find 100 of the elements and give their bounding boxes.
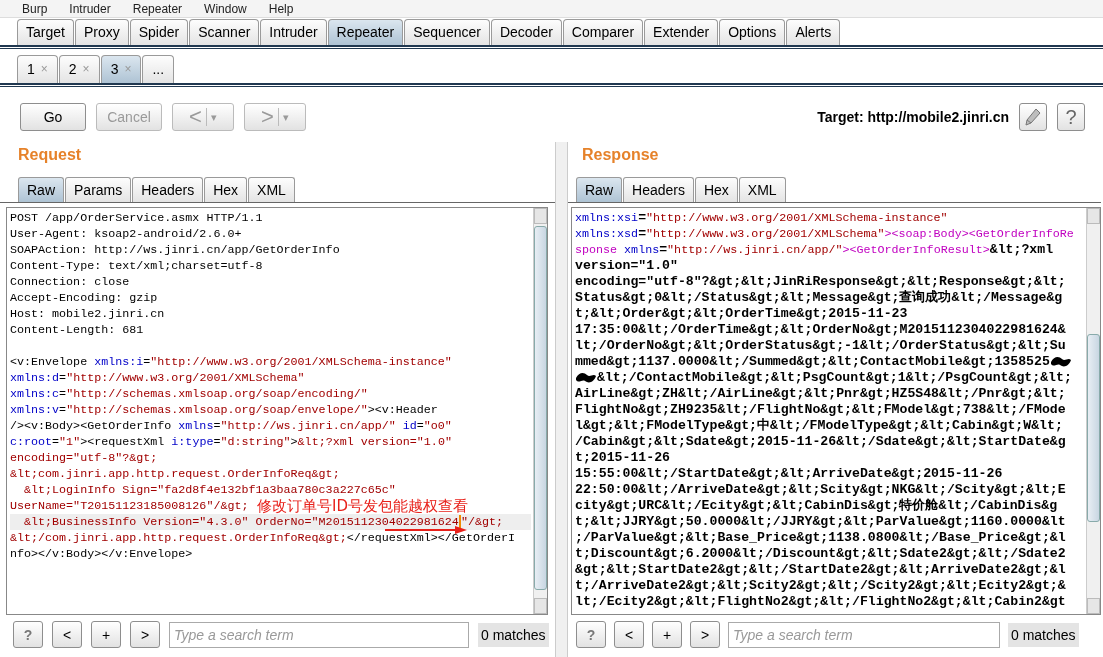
tool-tab[interactable]: Extender [644,19,719,45]
code-line: xmlns:d="http://www.w3.org/2001/XMLSchema" [10,370,305,386]
help-button[interactable]: ? [1057,103,1085,131]
annotation-text: 修改订单号ID号发包能越权查看 [257,498,468,514]
tool-tab[interactable]: Scanner [189,19,260,45]
search-field[interactable]: Type a search term [728,621,1000,648]
message-editor[interactable] [6,207,548,615]
request-tab[interactable]: 1 × [17,55,58,83]
code-line: User-Agent: ksoap2-android/2.6.0+ [10,226,242,242]
view-tab[interactable]: Raw [576,177,622,202]
next-button[interactable]: > [130,621,160,648]
menu-item[interactable]: Window [204,1,247,16]
view-tab[interactable]: XML [248,177,295,202]
view-tab[interactable]: Hex [204,177,248,202]
code-line: /Cabin&gt;&lt;Sdate&gt;2015-11-26&lt;/Sdate&gt;&lt;StartDate&g [575,434,1066,450]
scrollbar[interactable] [533,208,547,614]
tool-tab[interactable]: Alerts [786,19,841,45]
add-button[interactable]: + [652,621,682,648]
code-line: t;/ArriveDate2&gt;&lt;Scity2&gt;&lt;/Scity2&gt;&lt;Ecity2&gt;& [575,578,1066,594]
menu-item[interactable]: Help [268,1,294,16]
search-field[interactable]: Type a search term [169,621,469,648]
tool-tab[interactable]: Proxy [74,19,129,45]
tool-tab[interactable]: Options [719,19,786,45]
code-line: 15:55:00&lt;/StartDate&gt;&lt;ArriveDate&gt;2015-11-26 [575,466,1003,482]
code-line: lt;/Ecity2&gt;&lt;FlightNo2&gt;&lt;/FlightNo2&gt;&lt;Cabin2&gt [575,594,1066,610]
add-button[interactable]: + [91,621,121,648]
code-line: sponse xmlns="http://ws.jinri.cn/app/"><GetOrderInfoResult>&lt;?xml [575,242,1054,258]
view-tab[interactable]: Headers [132,177,204,202]
tool-tab[interactable]: Sequencer [404,19,490,45]
pane-title: Response [581,146,660,165]
code-line: &lt;/ContactMobile&gt;&lt;PsgCount&gt;1&lt;/PsgCount&gt;&lt; [597,370,1072,386]
match-count: 0 matches [478,622,549,647]
code-line: Status&gt;0&lt;/Status&gt;&lt;Message&gt;查询成功&lt;/Message&g [575,290,1063,306]
edit-target-button[interactable] [1019,103,1047,131]
request-tab[interactable]: 2 × [58,55,100,83]
pane-title: Request [17,146,83,165]
code-line: ;/ParValue&gt;&lt;Base_Price&gt;1138.0800&lt;/Base_Price&gt;&l [575,530,1066,546]
code-line: "/&gt; [460,514,503,530]
menu-item[interactable]: Repeater [132,1,183,16]
redaction-scribble [575,371,597,385]
view-tab[interactable]: Headers [623,177,694,202]
help-button[interactable]: ? [576,621,606,648]
view-tab[interactable]: Raw [18,177,64,202]
request-tab[interactable]: 3 × [100,55,142,83]
code-line: Connection: close [10,274,130,290]
code-line: xmlns:c="http://schemas.xmlsoap.org/soap/encoding/" [10,386,368,402]
code-line: t;2015-11-26 [575,450,670,466]
code-line: 22:50:00&lt;/ArriveDate&gt;&lt;Scity&gt;NKG&lt;/Scity&gt;&lt;E [575,482,1066,498]
code-line: Content-Length: 681 [10,322,144,338]
scrollbar[interactable] [1086,208,1100,614]
code-line: &lt;/com.jinri.app.http.request.OrderInfoReq&gt;</requestXml></GetOrderI [10,530,515,546]
next-button[interactable]: > [690,621,720,648]
redaction-scribble [1049,355,1072,369]
code-line: &lt;LoginInfo Sign="fa2d8f4e132bf1a3baa780c3a227c65c" [23,482,396,498]
view-tab[interactable]: XML [738,177,786,202]
code-line: xmlns:xsi="http://www.w3.org/2001/XMLSchema-instance" [575,210,948,226]
code-line: nfo></v:Body></v:Envelope> [10,546,193,562]
code-line: l&gt;&lt;FModelType&gt;中&lt;/FModelType&gt;&lt;Cabin&gt;W&lt; [575,418,1063,434]
code-line: SOAPAction: http://ws.jinri.cn/app/GetOrderInfo [10,242,340,258]
code-line: version="1.0" [575,258,678,274]
pencil-icon [1025,108,1041,126]
code-line: xmlns:xsd="http://www.w3.org/2001/XMLSchema"><soap:Body><GetOrderInfoRe [575,226,1074,242]
code-line: t;&lt;Order&gt;&lt;OrderTime&gt;2015-11-23 [575,306,908,322]
target-label: Target: http://mobile2.jinri.cn [817,109,1009,125]
code-line: mmed&gt;1137.0000&lt;/Summed&gt;&lt;ContactMobile&gt;1358525 [575,354,1050,370]
menu-item[interactable]: Intruder [69,1,111,16]
code-line: encoding="utf-8"?&gt; [10,450,158,466]
code-line: &gt;&lt;StartDate2&gt;&lt;/StartDate2&gt;&lt;ArriveDate2&gt;&l [575,562,1066,578]
code-line: &lt;BusinessInfo Version="4.3.0" OrderNo="M2015112304022981624 [23,514,459,530]
code-line: POST /app/OrderService.asmx HTTP/1.1 [10,210,263,226]
view-tab[interactable]: Params [65,177,132,202]
code-line: &lt;com.jinri.app.http.request.OrderInfoReq&gt; [10,466,340,482]
tool-tab[interactable]: Comparer [562,19,644,45]
menu-item[interactable]: Burp [22,1,48,16]
code-line: <v:Envelope xmlns:i="http://www.w3.org/2001/XMLSchema-instance" [10,354,452,370]
code-line: Content-Type: text/xml;charset=utf-8 [10,258,263,274]
code-line: /><v:Body><GetOrderInfo xmlns="http://ws.jinri.cn/app/" id="o0" [10,418,452,434]
code-line: c:root="1"><requestXml i:type="d:string">&lt;?xml version="1.0" [10,434,452,450]
tool-tab[interactable]: Intruder [260,19,327,45]
tool-tab[interactable]: Target [17,19,74,45]
tool-tab[interactable]: Spider [129,19,189,45]
view-tab[interactable]: Hex [694,177,738,202]
help-button[interactable]: ? [13,621,43,648]
code-line: Host: mobile2.jinri.cn [10,306,165,322]
code-line: encoding="utf-8"?&gt;&lt;JinRiResponse&gt;&lt;Response&gt;&lt; [575,274,1066,290]
previous-button[interactable]: < [52,621,82,648]
request-tab[interactable]: ... [142,55,175,83]
code-line: UserName="T20151123185008126"/&gt; [10,498,249,514]
code-line: FlightNo&gt;ZH9235&lt;/FlightNo&gt;&lt;FModel&gt;738&lt;/FMode [575,402,1066,418]
tool-tab[interactable]: Decoder [490,19,562,45]
previous-button[interactable]: < [614,621,644,648]
message-editor[interactable] [571,207,1101,615]
tool-tab[interactable]: Repeater [327,19,404,45]
code-line: city&gt;URC&lt;/Ecity&gt;&lt;CabinDis&gt;特价舱&lt;/CabinDis&g [575,498,1058,514]
code-line: lt;/OrderNo&gt;&lt;OrderStatus&gt;-1&lt;/OrderStatus&gt;&lt;Su [575,338,1066,354]
code-line: t;Discount&gt;6.2000&lt;/Discount&gt;&lt;Sdate2&gt;&lt;/Sdate2 [575,546,1066,562]
match-count: 0 matches [1008,622,1079,647]
code-line: xmlns:v="http://schemas.xmlsoap.org/soap/envelope/"><v:Header [10,402,438,418]
go-button[interactable]: Go [20,103,86,131]
code-line: Accept-Encoding: gzip [10,290,158,306]
